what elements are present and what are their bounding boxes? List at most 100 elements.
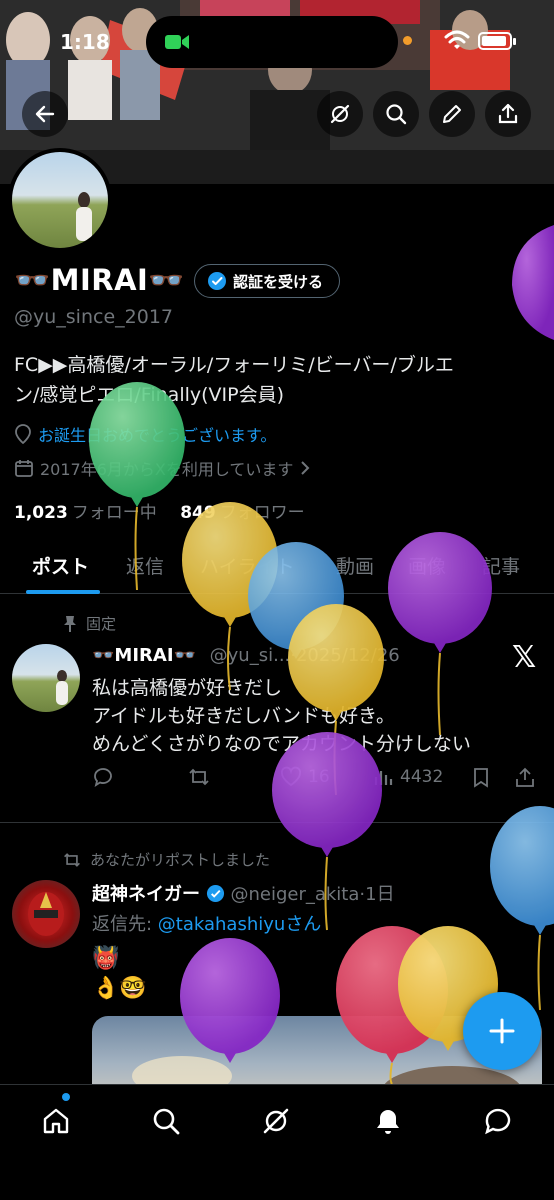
tab-highlights[interactable]: ハイライト <box>200 552 295 579</box>
status-time: 1:18 <box>60 30 110 54</box>
profile-avatar[interactable] <box>8 148 112 252</box>
nav-notifications[interactable] <box>368 1101 408 1141</box>
back-button[interactable] <box>22 91 68 137</box>
avatar-photo <box>56 670 68 705</box>
share-button[interactable] <box>485 91 531 137</box>
joined-row[interactable]: 2017年6月からXを利用しています <box>14 456 311 480</box>
post-divider <box>0 822 554 823</box>
tab-replies[interactable]: 返信 <box>126 552 164 579</box>
battery-icon <box>478 32 516 50</box>
wifi-icon <box>444 30 470 49</box>
repost-icon <box>64 852 80 867</box>
reply-to-user[interactable]: @takahashiyu <box>158 914 286 935</box>
post-author-name[interactable]: 👓MIRAI👓 <box>92 645 196 666</box>
post-avatar[interactable] <box>12 880 80 948</box>
post-author-name[interactable]: 超神ネイガー <box>92 884 200 905</box>
balloon-purple <box>512 225 554 340</box>
search-icon <box>386 104 407 125</box>
nav-messages[interactable] <box>478 1101 518 1141</box>
grok-icon <box>330 104 350 124</box>
share-icon <box>498 103 518 124</box>
profile-display-name: 👓MIRAI👓 <box>14 262 185 297</box>
orange-indicator-dot <box>403 36 412 45</box>
post-emoji: 👹 <box>92 946 120 971</box>
calendar-icon <box>15 460 33 477</box>
post-share-button[interactable] <box>514 766 536 788</box>
like-button[interactable]: 16 <box>280 766 330 788</box>
get-verified-label: 認証を受ける <box>233 272 324 291</box>
views-icon <box>374 771 393 785</box>
bookmark-icon <box>474 768 488 788</box>
pinned-label: 固定 <box>62 613 116 634</box>
followers-link[interactable]: 849 フォロワー <box>180 503 305 523</box>
grok-button[interactable] <box>317 91 363 137</box>
bio-line: FC▶▶高橋優/オーラル/フォーリミ/ビーバー/ブルエ <box>14 354 454 376</box>
view-count: 4432 <box>400 767 444 787</box>
like-count: 16 <box>308 767 330 787</box>
following-label: フォロー中 <box>71 503 157 523</box>
repost-label: あなたがリポストしました <box>62 849 270 870</box>
tab-articles[interactable]: 記事 <box>482 552 520 579</box>
plus-icon <box>489 1018 515 1044</box>
nav-search[interactable] <box>146 1101 186 1141</box>
search-icon <box>153 1108 180 1135</box>
avatar-photo <box>28 892 64 936</box>
post-emoji: 👌🤓 <box>92 976 147 1001</box>
compose-post-button[interactable] <box>463 992 541 1070</box>
repost-icon <box>189 768 209 786</box>
repost-button[interactable] <box>188 766 210 788</box>
post-handle-date: @yu_si...·2025/12/26 <box>209 645 400 666</box>
post-header: 超神ネイガー @neiger_akita·1日 <box>92 880 395 906</box>
post-text-line: 私は高橋優が好きだし <box>92 677 283 699</box>
followers-count: 849 <box>180 503 216 523</box>
video-camera-icon <box>165 35 189 49</box>
birthday-text: お誕生日おめでとうございます。 <box>38 426 277 445</box>
follow-stats: 1,023 フォロー中 849 フォロワー <box>14 498 305 523</box>
following-count: 1,023 <box>14 503 68 523</box>
nav-home[interactable] <box>36 1101 76 1141</box>
pin-icon <box>64 615 76 632</box>
tab-videos[interactable]: 動画 <box>336 552 374 579</box>
post-handle-date: @neiger_akita·1日 <box>230 884 395 905</box>
back-arrow-icon <box>35 105 55 123</box>
profile-tabs: ポスト 返信 ハイライト 動画 画像 記事 <box>0 538 554 594</box>
bookmark-button[interactable] <box>470 766 492 788</box>
get-verified-button[interactable]: 認証を受ける <box>194 264 341 298</box>
x-logo-icon: 𝕏 <box>512 640 537 675</box>
verified-badge-icon <box>206 884 224 903</box>
pencil-icon <box>443 105 461 123</box>
views-button[interactable]: 4432 <box>372 766 443 788</box>
pinned-text: 固定 <box>86 615 117 633</box>
post-text: 私は高橋優が好きだし アイドルも好きだしバンドも好き。 めんどくさがりなのでアカ… <box>92 674 471 758</box>
post-actions: 16 4432 <box>92 766 542 794</box>
profile-name-row: 👓MIRAI👓 <box>14 262 185 298</box>
nav-grok[interactable] <box>256 1101 296 1141</box>
bell-icon <box>377 1110 399 1134</box>
chevron-right-icon <box>301 461 310 475</box>
reply-icon <box>94 768 112 787</box>
search-button[interactable] <box>373 91 419 137</box>
balloon-blue <box>490 806 554 1011</box>
followers-label: フォロワー <box>219 503 305 523</box>
home-icon <box>43 1108 69 1134</box>
home-notification-dot <box>62 1093 70 1101</box>
tab-images[interactable]: 画像 <box>408 552 446 579</box>
profile-handle: @yu_since_2017 <box>14 306 173 328</box>
reply-to: 返信先: @takahashiyuさん <box>92 910 321 936</box>
post-avatar[interactable] <box>12 644 80 712</box>
reply-button[interactable] <box>92 766 114 788</box>
edit-button[interactable] <box>429 91 475 137</box>
post-text-line: アイドルも好きだしバンドも好き。 <box>92 705 396 727</box>
birthday-row[interactable]: お誕生日おめでとうございます。 <box>14 422 276 446</box>
profile-bio: FC▶▶高橋優/オーラル/フォーリミ/ビーバー/ブルエ ン/感覚ピエロ/Fina… <box>14 350 544 410</box>
like-icon <box>280 766 302 787</box>
tab-posts[interactable]: ポスト <box>32 552 89 579</box>
active-tab-indicator <box>26 590 100 594</box>
repost-label-text: あなたがリポストしました <box>90 851 271 869</box>
location-pin-icon <box>15 424 31 444</box>
messages-icon <box>485 1108 511 1135</box>
following-link[interactable]: 1,023 フォロー中 <box>14 503 157 523</box>
post-header: 👓MIRAI👓 @yu_si...·2025/12/26 <box>92 645 400 666</box>
reply-to-suffix: さん <box>285 914 322 935</box>
verified-badge-icon <box>208 272 226 290</box>
